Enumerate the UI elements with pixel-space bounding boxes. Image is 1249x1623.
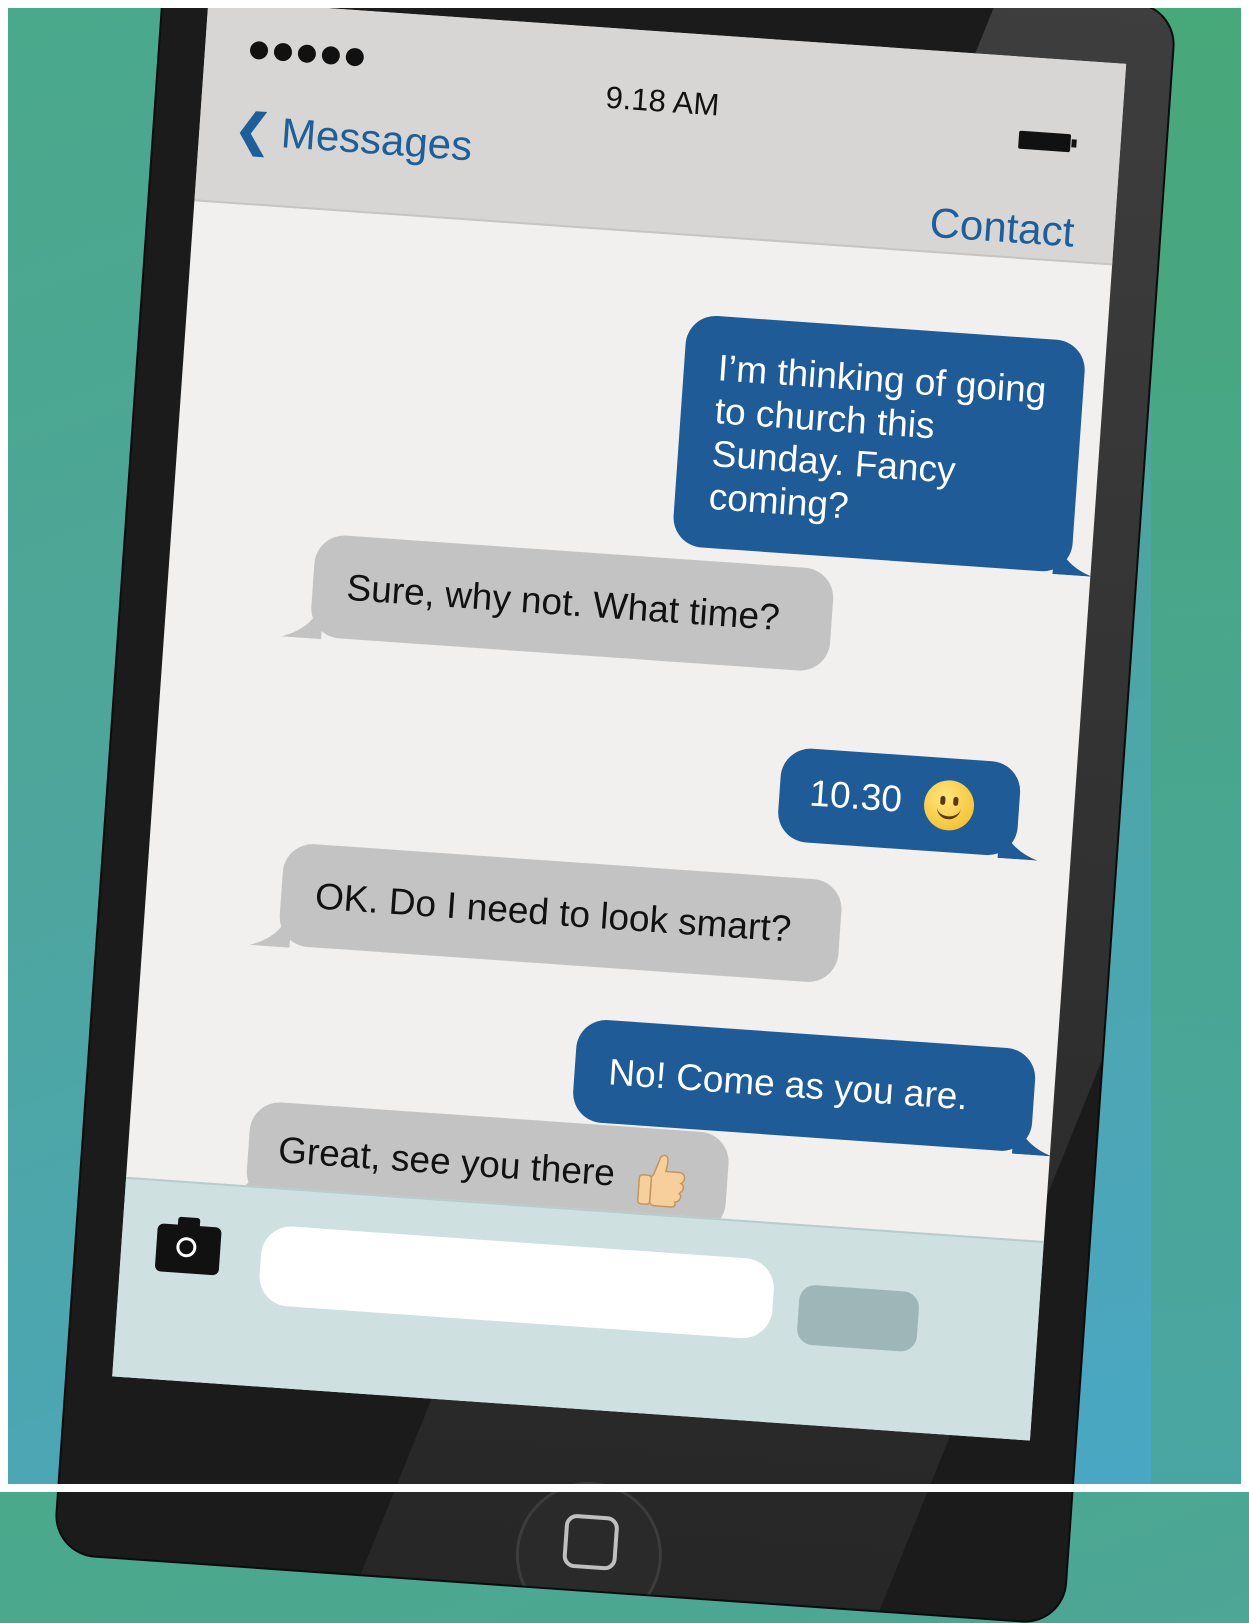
phone-device: 9.18 AM ❮ Messages Contact I’m thinking … <box>54 0 1176 1623</box>
back-to-messages-button[interactable]: ❮ Messages <box>232 104 474 171</box>
message-text: 10.30 <box>808 772 904 820</box>
bubble-tail <box>997 817 1038 861</box>
message-text: Great, see you there <box>276 1129 617 1194</box>
camera-button[interactable] <box>154 1223 222 1276</box>
outgoing-message: 10.30 <box>776 746 1038 861</box>
battery-icon <box>1018 130 1072 153</box>
outgoing-message: I’m thinking of going to church this Sun… <box>671 313 1093 577</box>
bubble-tail <box>1011 1113 1052 1157</box>
camera-icon <box>175 1236 198 1258</box>
smile-emoji-icon <box>922 778 976 833</box>
background-stripe <box>1151 0 1241 1492</box>
bubble-tail <box>249 907 293 948</box>
thumbs-up-emoji-icon <box>636 1154 685 1208</box>
home-square-icon <box>561 1513 620 1571</box>
chevron-left-icon: ❮ <box>232 104 273 157</box>
send-button[interactable] <box>796 1284 920 1353</box>
back-button-label: Messages <box>279 109 474 170</box>
phone-screen: 9.18 AM ❮ Messages Contact I’m thinking … <box>112 0 1127 1441</box>
bubble-tail <box>281 599 324 640</box>
message-text: Sure, why not. What time? <box>345 566 782 639</box>
message-text: No! Come as you are. <box>607 1051 970 1118</box>
contact-button[interactable]: Contact <box>928 199 1076 257</box>
message-text: I’m thinking of going to church this Sun… <box>707 347 1048 527</box>
message-input[interactable] <box>257 1224 776 1341</box>
message-text: OK. Do I need to look smart? <box>313 875 793 950</box>
bubble-tail <box>1052 534 1093 577</box>
message-thread[interactable]: I’m thinking of going to church this Sun… <box>126 199 1112 1241</box>
incoming-message: OK. Do I need to look smart? <box>249 842 844 984</box>
incoming-message: Sure, why not. What time? <box>281 533 836 673</box>
